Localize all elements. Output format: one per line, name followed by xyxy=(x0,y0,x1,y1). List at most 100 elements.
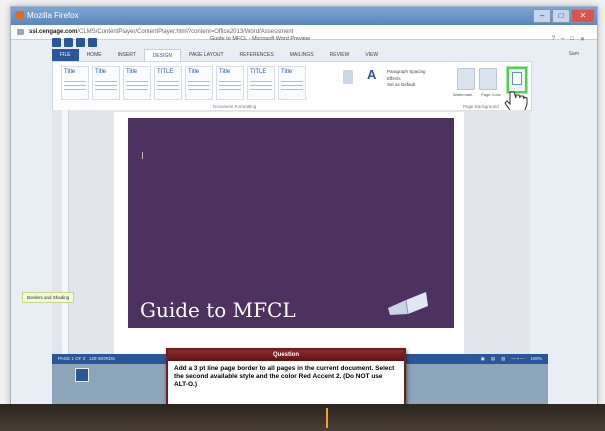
paragraph-options: Paragraph Spacing Effects Set as Default xyxy=(387,69,426,89)
style-set-line xyxy=(157,85,179,86)
cover-page[interactable]: Guide to MFCL xyxy=(128,118,454,328)
page-borders-icon xyxy=(512,72,522,85)
page-color-icon[interactable] xyxy=(479,68,497,90)
tab-home[interactable]: HOME xyxy=(79,49,110,61)
tab-file[interactable]: FILE xyxy=(52,49,79,61)
style-set-line xyxy=(188,85,210,86)
style-set-line xyxy=(64,81,86,82)
lock-icon xyxy=(17,29,24,35)
style-set-thumb[interactable]: Title xyxy=(123,66,151,100)
status-left: PAGE 1 OF 3 129 WORDS xyxy=(58,354,115,364)
user-name[interactable]: Sam xyxy=(569,51,579,57)
style-set-label: Title xyxy=(64,69,76,75)
word-close-button[interactable]: ✕ xyxy=(580,36,585,43)
style-set-thumb[interactable]: Title xyxy=(216,66,244,100)
page-color-label: Page Color xyxy=(481,92,502,97)
style-set-thumb[interactable]: Title xyxy=(185,66,213,100)
document-title: Guide to MFCL - Microsoft Word Preview xyxy=(210,36,310,42)
style-set-thumb[interactable]: Title xyxy=(278,66,306,100)
firefox-icon xyxy=(15,11,24,20)
style-set-label: TITLE xyxy=(250,69,267,75)
style-set-line xyxy=(157,81,179,82)
player-bottom-bar xyxy=(0,404,605,431)
paragraph-spacing-button[interactable]: Paragraph Spacing xyxy=(387,69,426,76)
style-set-line xyxy=(188,81,210,82)
progress-marker xyxy=(326,408,328,428)
style-set-line xyxy=(219,89,241,90)
style-set-line xyxy=(157,89,179,90)
fonts-icon[interactable]: A xyxy=(367,67,376,82)
tab-insert[interactable]: INSERT xyxy=(110,49,144,61)
word-window-controls: ? – □ ✕ xyxy=(552,36,585,43)
style-set-line xyxy=(126,81,148,82)
style-set-thumb[interactable]: Title xyxy=(92,66,120,100)
style-set-thumb[interactable]: TITLE xyxy=(154,66,182,100)
ribbon-tabs: FILE HOME INSERT DESIGN PAGE LAYOUT REFE… xyxy=(52,49,386,61)
style-set-line xyxy=(219,81,241,82)
ribbon-design: Title Title Title TITLE Title Title TITL… xyxy=(52,61,532,111)
style-set-line xyxy=(250,89,272,90)
vertical-ruler xyxy=(62,110,69,354)
tab-mailings[interactable]: MAILINGS xyxy=(282,49,322,61)
style-set-line xyxy=(126,85,148,86)
status-right: ▣ ▤ ▥ — ▪ — 100% xyxy=(481,354,542,364)
book-icon xyxy=(388,292,428,315)
minimize-button[interactable]: – xyxy=(533,9,551,23)
undo-icon[interactable] xyxy=(76,37,85,47)
style-set-thumb[interactable]: Title xyxy=(61,66,89,100)
zoom-level[interactable]: 100% xyxy=(530,354,542,364)
word-taskbar-icon[interactable] xyxy=(75,368,89,382)
page-background-buttons xyxy=(457,68,497,90)
style-set-line xyxy=(64,85,86,86)
window-controls: – □ ✕ xyxy=(533,9,595,23)
style-set-label: Title xyxy=(126,69,138,75)
watermark-icon[interactable] xyxy=(457,68,475,90)
tab-review[interactable]: REVIEW xyxy=(322,49,358,61)
style-set-line xyxy=(126,89,148,90)
style-set-label: TITLE xyxy=(157,69,174,75)
style-set-line xyxy=(281,89,303,90)
read-mode-icon[interactable]: ▣ xyxy=(481,354,485,364)
borders-and-shading-hint: Borders and Shading xyxy=(22,292,75,303)
style-set-label: Title xyxy=(219,69,231,75)
tab-page-layout[interactable]: PAGE LAYOUT xyxy=(181,49,232,61)
question-text: Add a 3 pt line page border to all pages… xyxy=(174,365,395,388)
close-button[interactable]: ✕ xyxy=(571,9,595,23)
maximize-button[interactable]: □ xyxy=(552,9,570,23)
style-set-line xyxy=(95,89,117,90)
print-layout-icon[interactable]: ▤ xyxy=(491,354,495,364)
style-set-line xyxy=(95,85,117,86)
style-set-line xyxy=(281,85,303,86)
cover-title: Guide to MFCL xyxy=(140,298,296,322)
word-restore-button[interactable]: □ xyxy=(570,36,574,43)
question-panel: Question Add a 3 pt line page border to … xyxy=(166,348,406,412)
colors-icon[interactable] xyxy=(343,70,353,84)
watermark-label: Watermark xyxy=(453,92,473,97)
style-set-line xyxy=(250,81,272,82)
word-logo-icon xyxy=(52,37,61,47)
group-label-page-background: Page Background xyxy=(463,104,499,109)
document-workspace: Guide to MFCL xyxy=(52,110,530,354)
help-icon[interactable]: ? xyxy=(552,36,555,43)
redo-icon[interactable] xyxy=(88,37,97,47)
web-layout-icon[interactable]: ▥ xyxy=(501,354,505,364)
word-count: 129 WORDS xyxy=(88,356,115,361)
style-set-line xyxy=(95,81,117,82)
style-set-thumb[interactable]: TITLE xyxy=(247,66,275,100)
zoom-slider[interactable]: — ▪ — xyxy=(511,354,524,364)
tab-design[interactable]: DESIGN xyxy=(143,49,181,61)
style-set-label: Title xyxy=(188,69,200,75)
window-title: Mozilla Firefox xyxy=(27,11,79,20)
style-set-line xyxy=(64,89,86,90)
set-as-default-button[interactable]: Set as Default xyxy=(387,82,426,89)
style-set-label: Title xyxy=(95,69,107,75)
tab-references[interactable]: REFERENCES xyxy=(232,49,282,61)
tab-view[interactable]: VIEW xyxy=(357,49,386,61)
group-label-document-formatting: Document Formatting xyxy=(213,104,257,109)
style-set-line xyxy=(281,81,303,82)
title-bar: Mozilla Firefox – □ ✕ xyxy=(11,7,597,25)
save-icon[interactable] xyxy=(64,37,73,47)
question-header: Question xyxy=(168,350,404,361)
url-path: /CLMS/ContentPlayer/ContentPlayer.html?c… xyxy=(77,29,294,35)
word-minimize-button[interactable]: – xyxy=(561,36,564,43)
